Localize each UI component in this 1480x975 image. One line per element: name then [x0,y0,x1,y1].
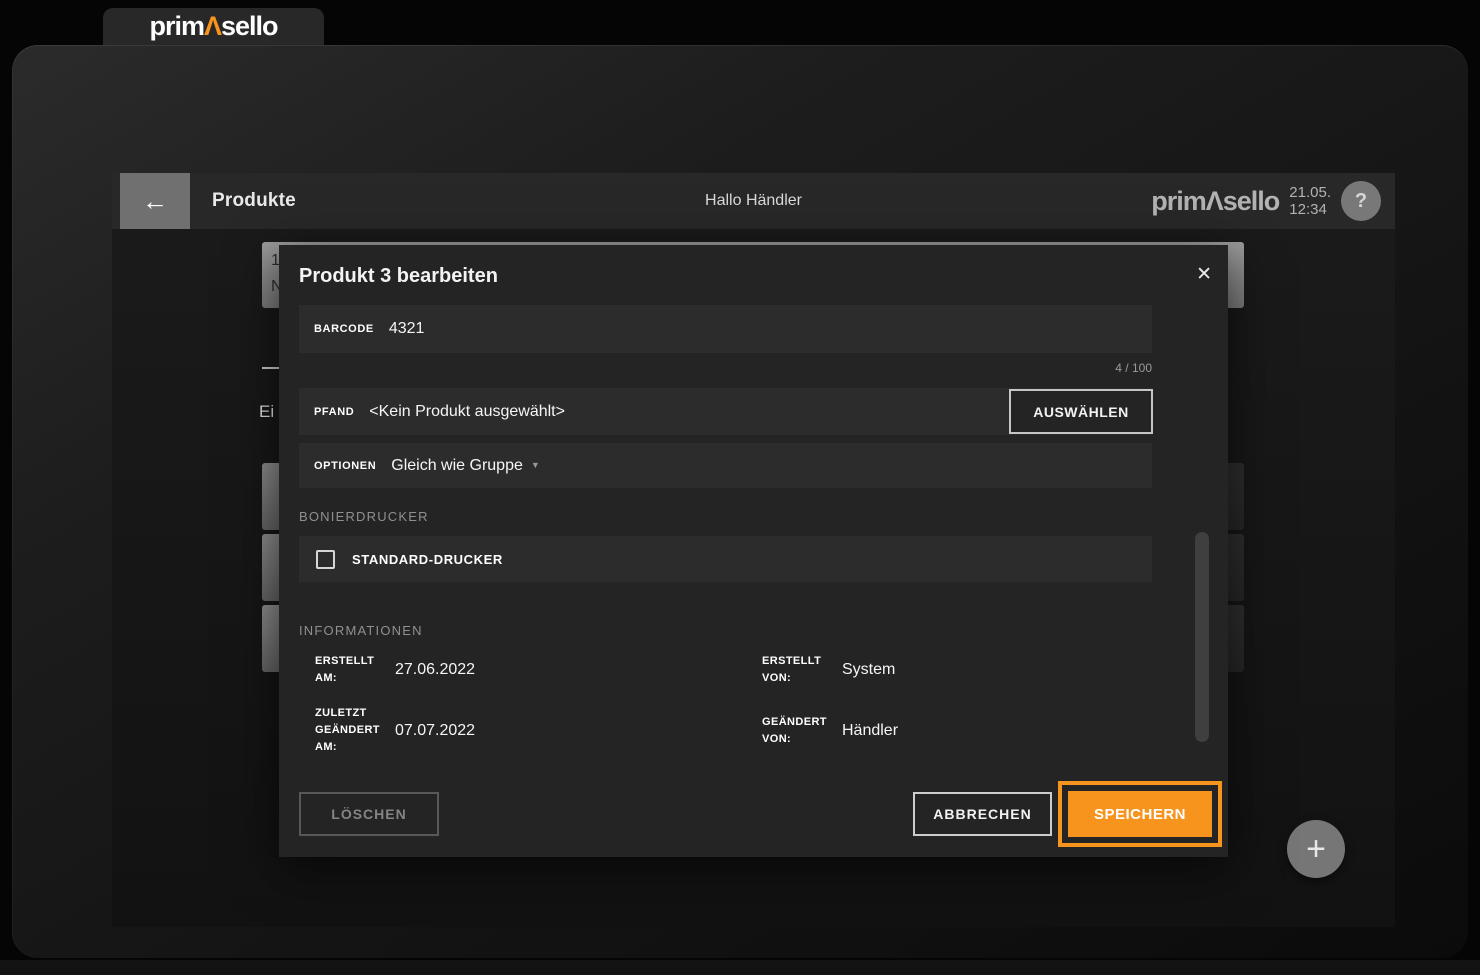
optionen-dropdown[interactable]: OPTIONEN Gleich wie Gruppe ▼ [299,443,1152,488]
auswaehlen-button[interactable]: AUSWÄHLEN [1009,389,1153,434]
optionen-label: OPTIONEN [314,460,376,472]
speichern-highlight-ring: SPEICHERN [1058,781,1222,847]
pfand-label: PFAND [314,406,354,418]
primasello-logo: primΛsello [1151,186,1279,217]
app-window: 1 N Ei [12,45,1468,958]
appbar-right: primΛsello 21.05. 12:34 ? [1151,173,1381,229]
close-icon: ✕ [1196,264,1212,285]
optionen-value: Gleich wie Gruppe [391,457,523,475]
info-item-erstellt-von: ERSTELLT VON: System [762,653,1145,687]
logo-lambda-icon: Λ [204,11,221,41]
loeschen-button[interactable]: LÖSCHEN [299,792,439,836]
informationen-heading: INFORMATIONEN [299,623,423,638]
user-greeting: Hallo Händler [705,173,802,229]
list-heading-fragment: Ei [259,402,274,422]
datetime: 21.05. 12:34 [1289,184,1331,219]
info-item-geaendert-am: ZULETZT GEÄNDERT AM: 07.07.2022 [315,705,762,756]
standard-drucker-row[interactable]: STANDARD-DRUCKER [299,536,1152,582]
close-button[interactable]: ✕ [1196,263,1212,286]
barcode-char-counter: 4 / 100 [299,361,1152,375]
barcode-label: BARCODE [314,323,374,335]
help-button[interactable]: ? [1341,181,1381,221]
primasello-logo: primΛsello [149,11,277,42]
modal-scrollbar[interactable] [1195,532,1209,742]
speichern-button[interactable]: SPEICHERN [1068,791,1212,837]
bonierdrucker-heading: BONIERDRUCKER [299,509,429,524]
back-button[interactable]: ← [120,173,190,229]
question-mark-icon: ? [1355,190,1367,213]
modal-title: Produkt 3 bearbeiten [299,265,498,288]
pfand-value: <Kein Produkt ausgewählt> [369,403,565,421]
date: 21.05. [1289,184,1331,201]
browser-tab[interactable]: primΛsello [103,8,324,45]
standard-drucker-checkbox[interactable] [316,550,335,569]
appbar: ← Produkte Hallo Händler primΛsello 21.0… [112,173,1395,229]
edit-product-modal: Produkt 3 bearbeiten ✕ BARCODE 4321 4 / … [279,245,1228,857]
time: 12:34 [1289,201,1331,218]
info-item-erstellt-am: ERSTELLT AM: 27.06.2022 [315,653,762,687]
abbrechen-button[interactable]: ABBRECHEN [913,792,1052,836]
info-grid: ERSTELLT AM: 27.06.2022 ERSTELLT VON: Sy… [315,653,1145,756]
chevron-down-icon: ▼ [531,460,540,470]
barcode-field[interactable]: BARCODE 4321 [299,305,1152,353]
logo-lambda-icon: Λ [1206,186,1223,216]
add-product-fab[interactable]: + [1287,820,1345,878]
plus-icon: + [1306,830,1326,869]
produkte-page: 1 N Ei [112,173,1395,927]
bottom-strip [0,960,1480,975]
page-title: Produkte [212,173,296,229]
barcode-value: 4321 [389,320,425,338]
back-arrow-icon: ← [142,186,168,217]
standard-drucker-label: STANDARD-DRUCKER [352,552,503,567]
info-item-geaendert-von: GEÄNDERT VON: Händler [762,705,1145,756]
